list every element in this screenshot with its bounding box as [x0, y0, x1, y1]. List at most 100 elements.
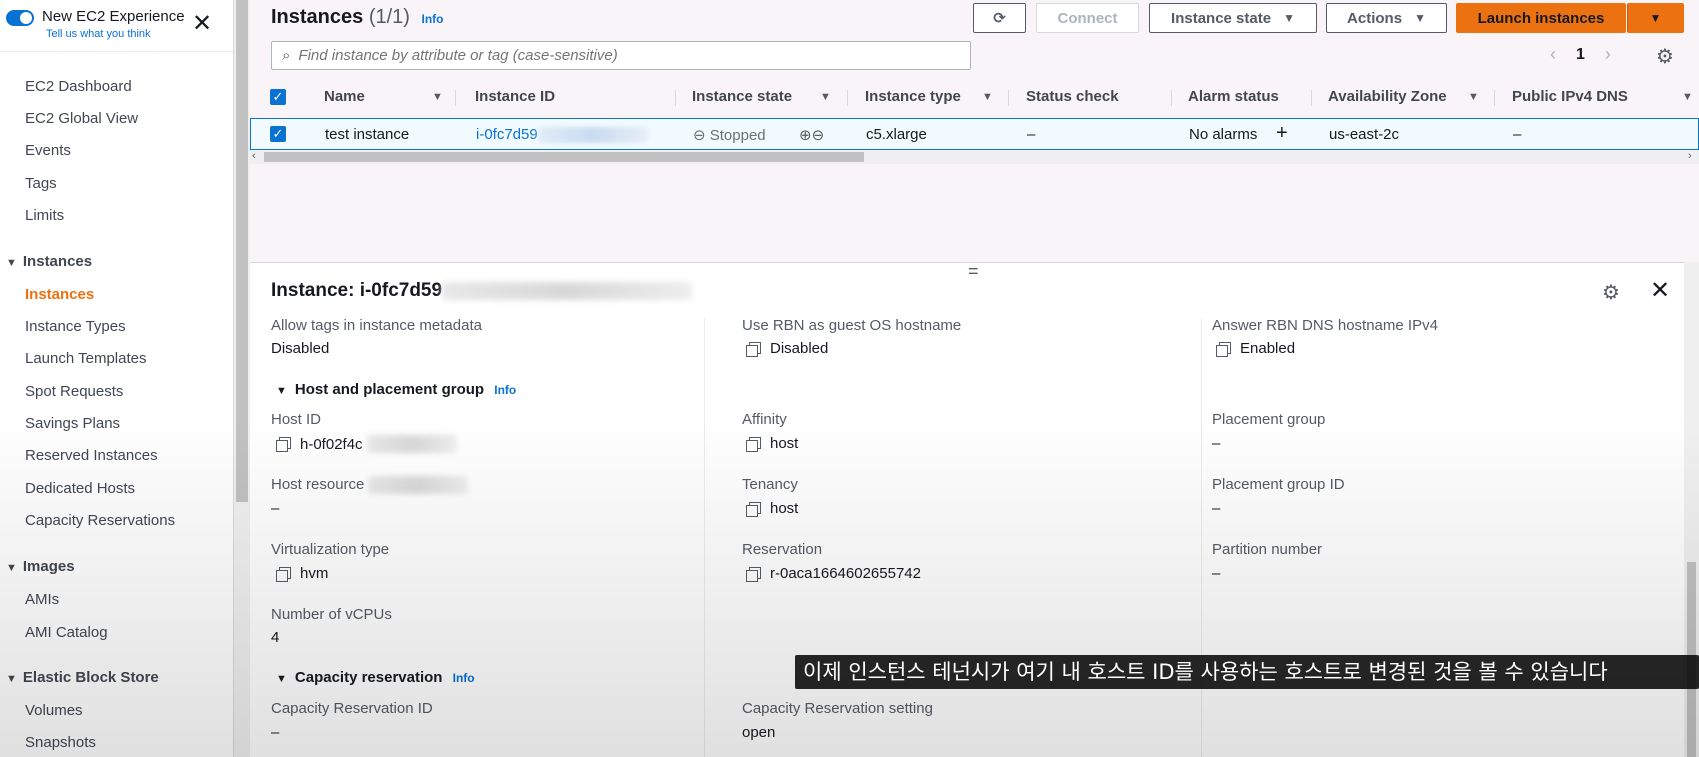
sidebar-section-ebs[interactable]: ▼ Elastic Block Store: [6, 669, 159, 686]
refresh-button[interactable]: ⟳: [973, 3, 1026, 33]
detail-panel-title: Instance: i-0fc7d59: [271, 280, 693, 302]
table-horizontal-scrollbar[interactable]: ‹ ›: [250, 150, 1699, 164]
sort-icon[interactable]: ▼: [982, 91, 993, 103]
new-experience-toggle[interactable]: [6, 10, 34, 26]
value-text: Disabled: [770, 340, 829, 357]
column-header-alarm-status[interactable]: Alarm status: [1188, 88, 1279, 105]
sidebar-item-launch-templates[interactable]: Launch Templates: [25, 350, 146, 367]
zoom-in-icon[interactable]: ⊕: [799, 127, 812, 144]
search-box[interactable]: ⌕: [271, 41, 971, 70]
copy-icon[interactable]: [276, 437, 291, 452]
instance-state-label: Instance state: [1171, 9, 1272, 27]
scroll-right-icon[interactable]: ›: [1688, 150, 1692, 162]
column-divider[interactable]: [847, 90, 848, 106]
cell-instance-state: ⊖ Stopped: [693, 126, 766, 144]
column-divider[interactable]: [1311, 90, 1312, 106]
cell-instance-type: c5.xlarge: [866, 126, 927, 143]
value-text: host: [770, 435, 799, 452]
sidebar-item-tags[interactable]: Tags: [25, 175, 57, 192]
detail-close-icon[interactable]: ✕: [1650, 276, 1670, 305]
sort-icon[interactable]: ▼: [820, 91, 831, 103]
sidebar-item-savings-plans[interactable]: Savings Plans: [25, 415, 120, 432]
column-header-public-ipv4-dns[interactable]: Public IPv4 DNS: [1512, 88, 1628, 105]
sidebar-scrollbar[interactable]: [234, 0, 250, 757]
launch-instances-button[interactable]: Launch instances: [1456, 3, 1626, 33]
sidebar-item-ec2-global-view[interactable]: EC2 Global View: [25, 110, 138, 127]
column-divider[interactable]: [1008, 90, 1009, 106]
connect-button[interactable]: Connect: [1036, 3, 1139, 33]
sidebar-item-amis[interactable]: AMIs: [25, 591, 59, 608]
sidebar-item-ami-catalog[interactable]: AMI Catalog: [25, 624, 108, 641]
drag-handle-icon[interactable]: =: [968, 262, 979, 280]
feedback-link[interactable]: Tell us what you think: [46, 28, 185, 40]
sidebar-item-instances[interactable]: Instances: [25, 286, 94, 303]
host-resource-value: –: [271, 500, 280, 517]
affinity-value: host: [746, 435, 798, 452]
host-placement-section-header[interactable]: ▼ Host and placement group Info: [276, 381, 516, 398]
column-header-instance-id[interactable]: Instance ID: [475, 88, 555, 105]
preferences-gear-icon[interactable]: ⚙: [1656, 44, 1674, 69]
scroll-left-icon[interactable]: ‹: [252, 150, 256, 162]
instance-state-button[interactable]: Instance state ▼: [1149, 3, 1317, 33]
zoom-out-icon[interactable]: ⊖: [812, 127, 825, 144]
copy-icon[interactable]: [746, 566, 761, 582]
refresh-icon: ⟳: [993, 10, 1006, 27]
detail-settings-gear-icon[interactable]: ⚙: [1602, 280, 1620, 305]
row-checkbox[interactable]: ✓: [270, 126, 286, 142]
column-divider[interactable]: [455, 90, 456, 106]
next-page-icon[interactable]: ›: [1605, 44, 1611, 65]
column-header-availability-zone[interactable]: Availability Zone: [1328, 88, 1447, 105]
zoom-icons[interactable]: ⊕⊖: [799, 126, 824, 144]
sidebar-item-spot-requests[interactable]: Spot Requests: [25, 383, 123, 400]
sort-icon[interactable]: ▼: [432, 91, 443, 103]
prev-page-icon[interactable]: ‹: [1550, 44, 1556, 65]
sidebar-item-reserved-instances[interactable]: Reserved Instances: [25, 447, 158, 464]
sidebar-item-ec2-dashboard[interactable]: EC2 Dashboard: [25, 78, 132, 95]
table-row[interactable]: ✓ test instance i-0fc7d59 ⊖ Stopped ⊕⊖ c…: [250, 118, 1699, 150]
sort-icon[interactable]: ▼: [1468, 91, 1479, 103]
cell-instance-id[interactable]: i-0fc7d59: [476, 126, 648, 144]
launch-dropdown-button[interactable]: ▼: [1627, 3, 1684, 33]
sidebar-item-snapshots[interactable]: Snapshots: [25, 734, 96, 751]
copy-icon[interactable]: [746, 501, 761, 517]
redacted-area: [368, 476, 469, 495]
current-page[interactable]: 1: [1576, 46, 1585, 64]
sort-icon[interactable]: ▼: [1682, 91, 1693, 103]
column-header-instance-state[interactable]: Instance state: [692, 88, 792, 105]
selection-count: (1/1): [368, 6, 410, 28]
sidebar-section-images[interactable]: ▼ Images: [6, 558, 75, 575]
column-divider[interactable]: [1171, 90, 1172, 106]
column-divider[interactable]: [675, 90, 676, 106]
sidebar-section-instances[interactable]: ▼ Instances: [6, 253, 92, 270]
capacity-reservation-id-value: –: [271, 724, 280, 741]
info-link[interactable]: Info: [453, 671, 475, 685]
search-input[interactable]: [298, 47, 939, 64]
copy-icon[interactable]: [276, 566, 291, 582]
info-link[interactable]: Info: [494, 383, 516, 397]
column-header-name[interactable]: Name: [324, 88, 365, 105]
sidebar-item-dedicated-hosts[interactable]: Dedicated Hosts: [25, 480, 135, 497]
scrollbar-thumb[interactable]: [264, 152, 864, 162]
sidebar-item-capacity-reservations[interactable]: Capacity Reservations: [25, 512, 175, 529]
column-divider[interactable]: [1494, 90, 1495, 106]
sidebar-item-volumes[interactable]: Volumes: [25, 702, 83, 719]
column-header-instance-type[interactable]: Instance type: [865, 88, 961, 105]
sidebar-item-events[interactable]: Events: [25, 142, 71, 159]
close-sidebar-icon[interactable]: ✕: [192, 12, 212, 36]
column-header-status-check[interactable]: Status check: [1026, 88, 1119, 105]
select-all-checkbox[interactable]: ✓: [270, 89, 286, 105]
instance-id-link[interactable]: i-0fc7d59: [476, 126, 538, 143]
copy-icon[interactable]: [746, 436, 761, 452]
sidebar-item-instance-types[interactable]: Instance Types: [25, 318, 126, 335]
add-alarm-icon[interactable]: +: [1276, 122, 1288, 145]
info-link[interactable]: Info: [422, 12, 444, 26]
scrollbar-thumb[interactable]: [236, 0, 248, 502]
copy-icon[interactable]: [1216, 341, 1231, 357]
actions-button[interactable]: Actions ▼: [1326, 3, 1447, 33]
caret-down-icon: ▼: [1649, 11, 1662, 25]
placement-group-value: –: [1212, 435, 1221, 452]
use-rbn-value: Disabled: [746, 340, 828, 357]
copy-icon[interactable]: [746, 341, 761, 357]
capacity-reservation-section-header[interactable]: ▼ Capacity reservation Info: [276, 669, 475, 686]
sidebar-item-limits[interactable]: Limits: [25, 207, 64, 224]
